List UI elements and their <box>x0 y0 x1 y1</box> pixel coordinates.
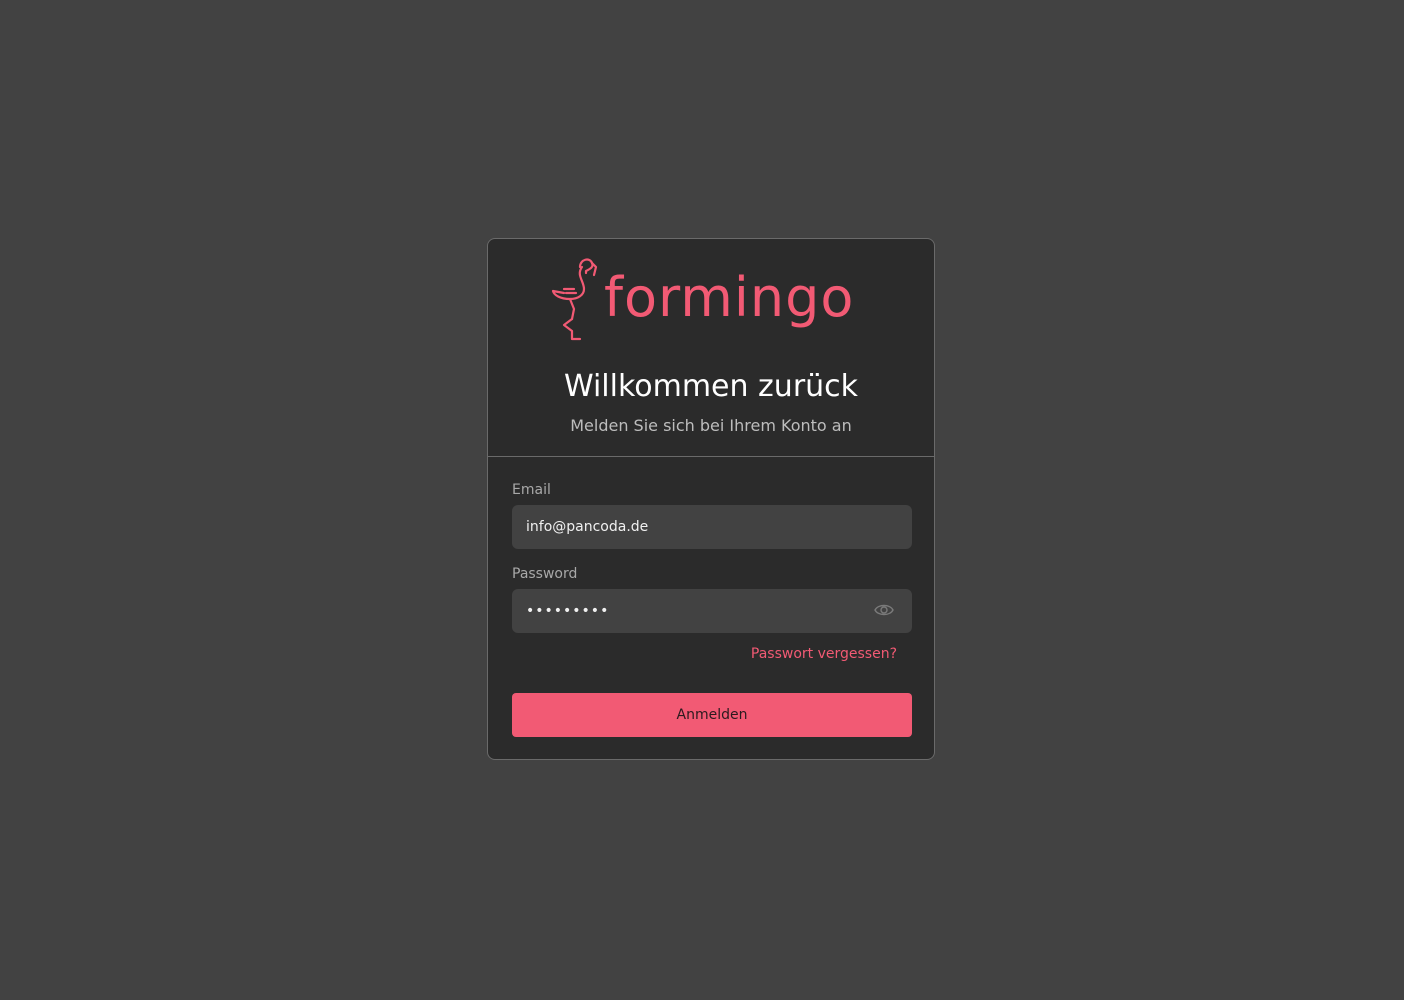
flamingo-icon <box>551 258 598 341</box>
forgot-password-link[interactable]: Passwort vergessen? <box>751 644 897 664</box>
login-button[interactable]: Anmelden <box>512 693 912 737</box>
login-header: formingo Willkommen zurück Melden Sie si… <box>488 239 934 457</box>
brand-logo: formingo <box>550 253 880 343</box>
eye-icon[interactable] <box>874 602 894 618</box>
brand-name: formingo <box>604 266 855 329</box>
email-label: Email <box>512 482 551 498</box>
page-title: Willkommen zurück <box>563 369 859 404</box>
page-subtitle: Melden Sie sich bei Ihrem Konto an <box>570 416 852 435</box>
password-field[interactable] <box>512 589 912 633</box>
login-card: formingo Willkommen zurück Melden Sie si… <box>487 238 935 760</box>
email-field[interactable] <box>512 505 912 549</box>
password-label: Password <box>512 566 578 582</box>
